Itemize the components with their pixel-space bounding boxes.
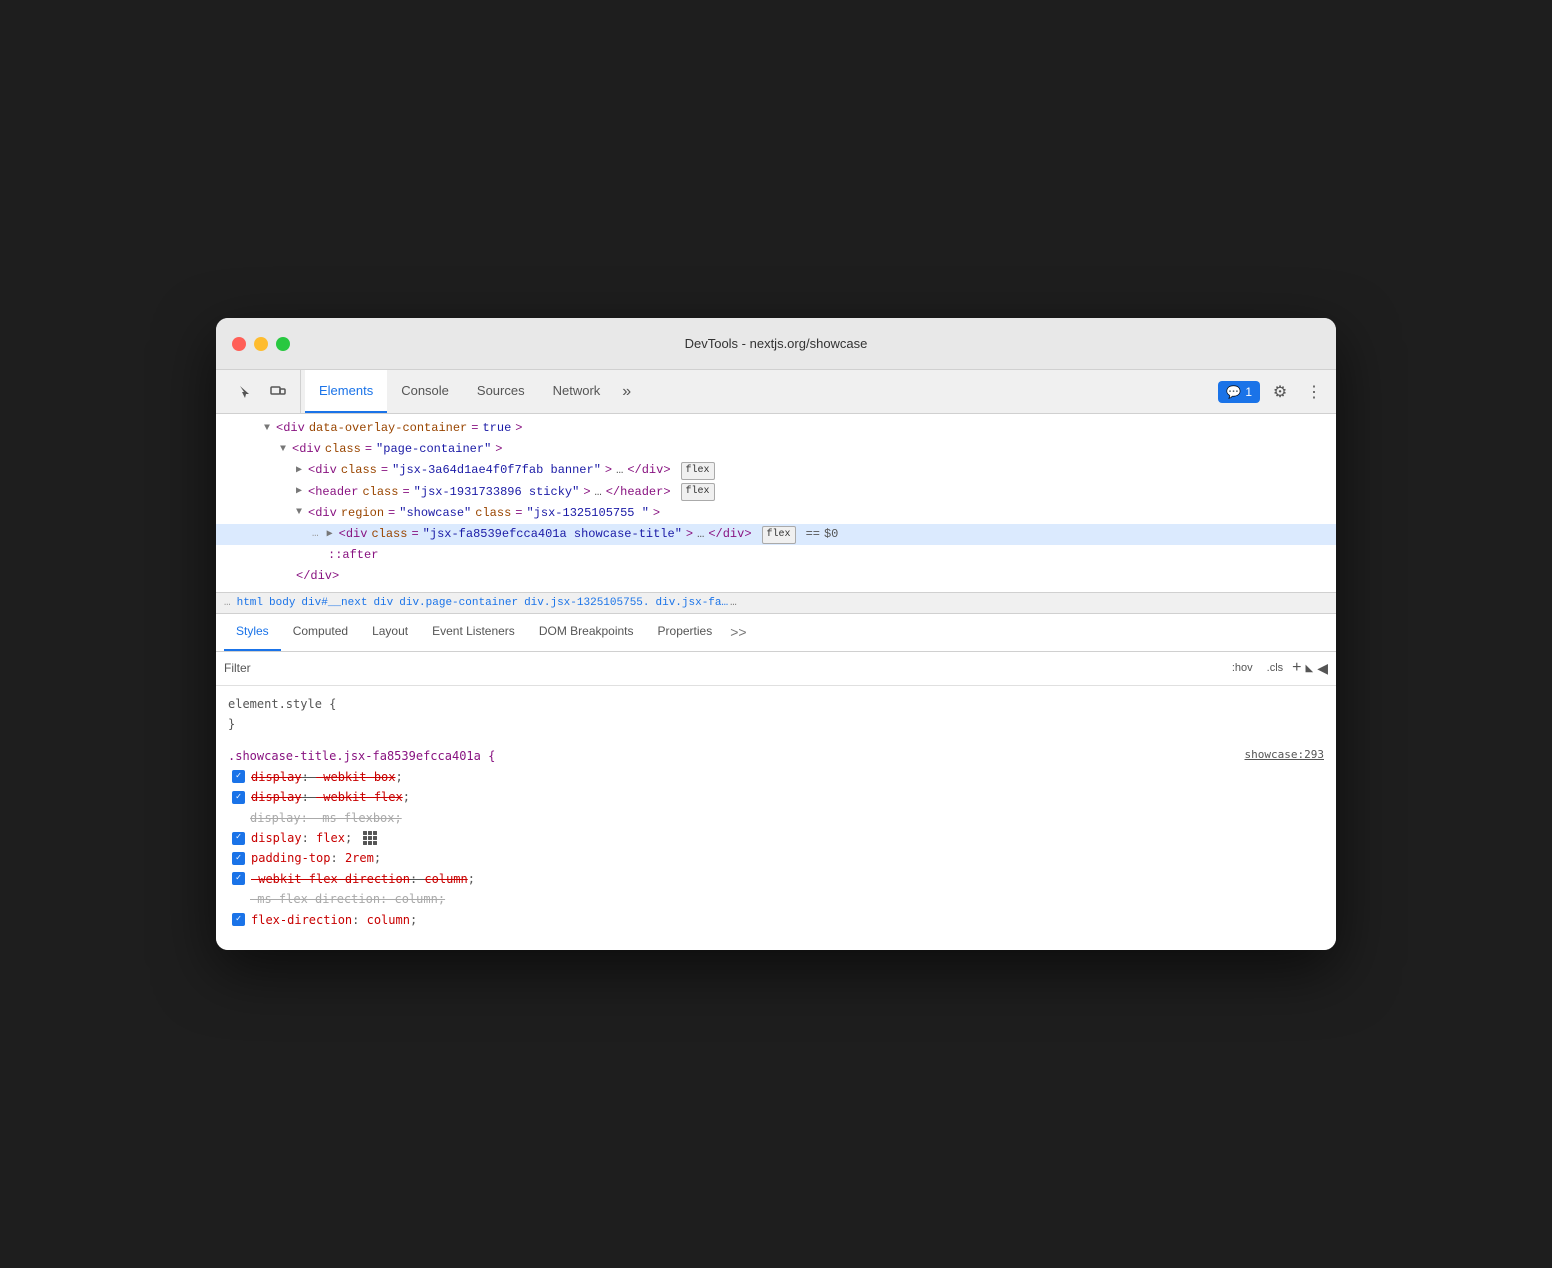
tab-layout[interactable]: Layout	[360, 614, 420, 651]
traffic-lights	[232, 337, 290, 351]
html-line[interactable]: ▼ <div class= "page-container" >	[216, 439, 1336, 460]
tab-event-listeners[interactable]: Event Listeners	[420, 614, 527, 651]
css-property: flex-direction: column;	[228, 910, 1324, 930]
css-checkbox[interactable]	[232, 913, 245, 926]
css-property-disabled: -ms-flex‑direction: column;	[228, 889, 1324, 909]
html-line[interactable]: ▼ <div region= "showcase" class= "jsx-13…	[216, 503, 1336, 524]
css-rules-panel: element.style { } .showcase-title.jsx-fa…	[216, 686, 1336, 950]
css-close: }	[228, 714, 1324, 734]
devtools-window: DevTools - nextjs.org/showcase Elements …	[216, 318, 1336, 950]
elements-panel: ▼ <div data-overlay-container= true > ▼ …	[216, 414, 1336, 593]
css-property: display: -webkit-flex;	[228, 787, 1324, 807]
devtools-header: Elements Console Sources Network » 💬 1 ⚙…	[216, 370, 1336, 414]
styles-tabs-more[interactable]: >>	[724, 624, 752, 640]
html-line-selected[interactable]: … ▶ <div class= "jsx-fa8539efcca401a sho…	[216, 524, 1336, 545]
css-property: display: flex;	[228, 828, 1324, 848]
css-property: -webkit-flex‑direction: column;	[228, 869, 1324, 889]
tab-styles[interactable]: Styles	[224, 614, 281, 651]
tab-computed[interactable]: Computed	[281, 614, 360, 651]
hov-button[interactable]: :hov	[1227, 660, 1258, 676]
window-title: DevTools - nextjs.org/showcase	[685, 336, 868, 351]
filter-bar: Filter :hov .cls + ◣ ◀	[216, 652, 1336, 686]
html-line[interactable]: ▶ <header class= "jsx-1931733896 sticky"…	[216, 482, 1336, 503]
titlebar: DevTools - nextjs.org/showcase	[216, 318, 1336, 370]
device-toggle-icon[interactable]	[264, 378, 292, 406]
tab-console[interactable]: Console	[387, 370, 463, 413]
breadcrumb-body[interactable]: body	[269, 597, 295, 609]
feedback-button[interactable]: 💬 1	[1218, 381, 1260, 403]
panel-icon[interactable]: ◀	[1317, 660, 1328, 677]
breadcrumb-div[interactable]: div	[373, 597, 393, 609]
css-property: display: -webkit-box;	[228, 767, 1324, 787]
styles-panel-tabs: Styles Computed Layout Event Listeners D…	[216, 614, 1336, 652]
css-checkbox[interactable]	[232, 832, 245, 845]
html-pseudo[interactable]: ::after	[216, 545, 1336, 566]
settings-button[interactable]: ⚙	[1266, 378, 1294, 406]
html-line[interactable]: ▶ <div class= "jsx-3a64d1ae4f0f7fab bann…	[216, 460, 1336, 481]
html-line[interactable]: ▼ <div data-overlay-container= true >	[216, 418, 1336, 439]
tab-properties[interactable]: Properties	[646, 614, 725, 651]
css-checkbox[interactable]	[232, 791, 245, 804]
breadcrumb-jsx-1325[interactable]: div.jsx-1325105755.	[524, 597, 649, 609]
minimize-button[interactable]	[254, 337, 268, 351]
flex-grid-icon	[363, 831, 377, 845]
cls-button[interactable]: .cls	[1262, 660, 1289, 676]
devtools-tabs: Elements Console Sources Network »	[305, 370, 1218, 413]
devtools-more-tabs[interactable]: »	[614, 383, 639, 401]
tab-sources[interactable]: Sources	[463, 370, 539, 413]
html-close[interactable]: </div>	[216, 566, 1336, 587]
more-options-button[interactable]: ⋮	[1300, 378, 1328, 406]
css-checkbox[interactable]	[232, 872, 245, 885]
css-property-disabled: display: -ms-flexbox;	[228, 808, 1324, 828]
maximize-button[interactable]	[276, 337, 290, 351]
element-picker-icon[interactable]	[232, 378, 260, 406]
devtools-right-buttons: 💬 1 ⚙ ⋮	[1218, 378, 1328, 406]
add-style-button[interactable]: +	[1292, 659, 1301, 677]
css-checkbox[interactable]	[232, 852, 245, 865]
filter-input[interactable]	[257, 661, 1221, 675]
breadcrumb: … html body div#__next div div.page-cont…	[216, 593, 1336, 614]
css-rule-showcase-title: .showcase-title.jsx-fa8539efcca401a { sh…	[228, 746, 1324, 930]
filter-label: Filter	[224, 661, 251, 675]
css-rule-element-style: element.style { }	[228, 694, 1324, 735]
tab-network[interactable]: Network	[539, 370, 615, 413]
tab-elements[interactable]: Elements	[305, 370, 387, 413]
breadcrumb-jsx-fa[interactable]: div.jsx-fa…	[656, 597, 729, 609]
css-property: padding-top: 2rem;	[228, 848, 1324, 868]
css-selector: .showcase-title.jsx-fa8539efcca401a {	[228, 749, 495, 763]
tab-dom-breakpoints[interactable]: DOM Breakpoints	[527, 614, 646, 651]
filter-buttons: :hov .cls + ◣ ◀	[1227, 659, 1328, 677]
css-location[interactable]: showcase:293	[1245, 746, 1324, 765]
css-checkbox[interactable]	[232, 770, 245, 783]
css-selector: element.style {	[228, 694, 1324, 714]
breadcrumb-div-next[interactable]: div#__next	[301, 597, 367, 609]
devtools-icon-group	[224, 370, 301, 413]
breadcrumb-html[interactable]: html	[237, 597, 263, 609]
breadcrumb-page-container[interactable]: div.page-container	[399, 597, 518, 609]
close-button[interactable]	[232, 337, 246, 351]
